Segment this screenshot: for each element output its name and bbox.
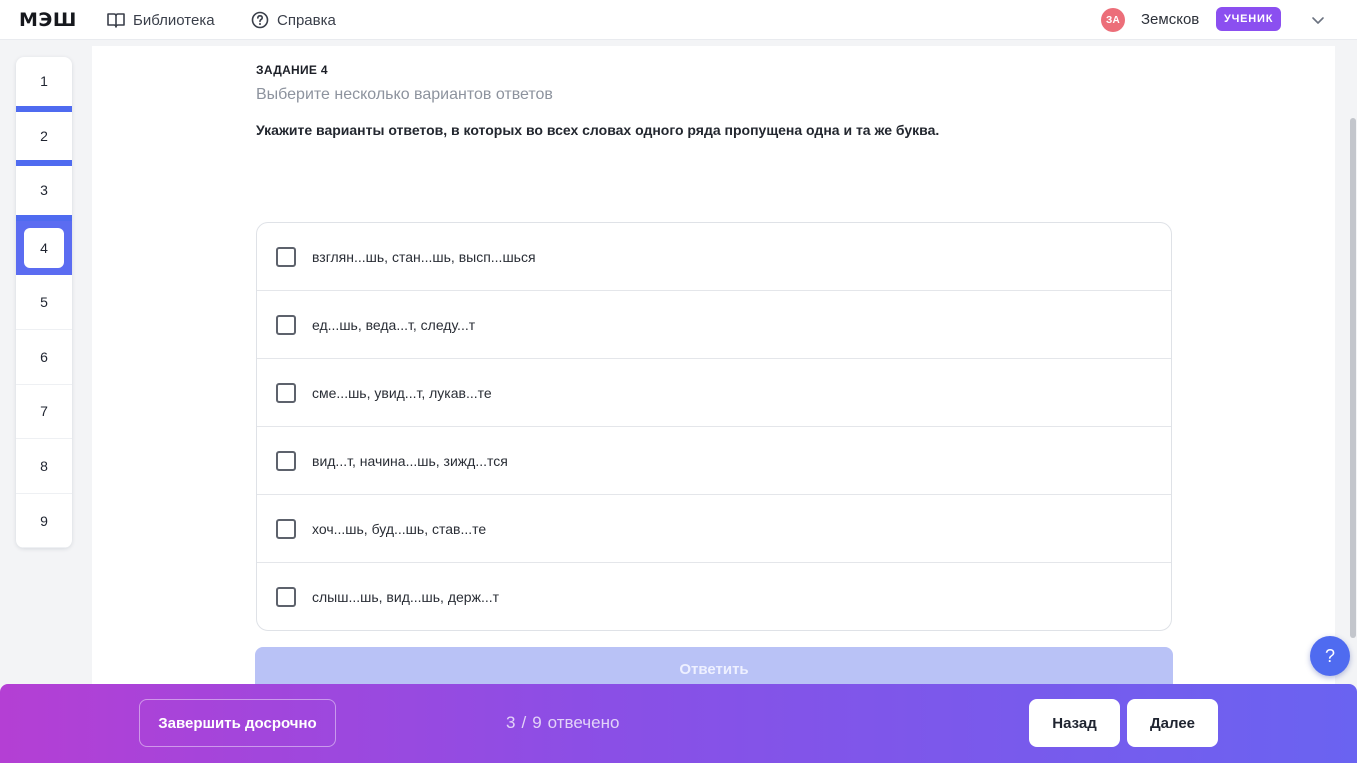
progress-counter: 3 / 9 отвечено <box>506 713 619 733</box>
answer-option-text: взглян...шь, стан...шь, высп...шься <box>312 248 536 265</box>
total-count: 9 <box>532 713 542 732</box>
question-nav-item-3[interactable]: 3 <box>16 166 72 221</box>
question-nav-item-4[interactable]: 4 <box>16 220 72 276</box>
avatar[interactable]: ЗА <box>1101 8 1125 32</box>
answer-option[interactable]: хоч...шь, буд...шь, став...те <box>257 495 1171 563</box>
question-number: 8 <box>40 457 48 474</box>
answer-checkbox[interactable] <box>276 314 296 335</box>
answer-option[interactable]: слыш...шь, вид...шь, держ...т <box>257 563 1171 630</box>
task-number-label: ЗАДАНИЕ 4 <box>256 63 328 77</box>
answer-option[interactable]: вид...т, начина...шь, зижд...тся <box>257 427 1171 495</box>
question-number: 4 <box>24 228 64 269</box>
question-nav-item-9[interactable]: 9 <box>16 494 72 548</box>
help-fab-button[interactable]: ? <box>1310 636 1350 676</box>
answer-option-text: слыш...шь, вид...шь, держ...т <box>312 589 500 605</box>
question-number: 1 <box>40 73 48 90</box>
question-number: 7 <box>40 403 48 420</box>
help-link[interactable]: Справка <box>251 10 336 30</box>
progress-suffix: отвечено <box>547 713 620 732</box>
answer-option[interactable]: ед...шь, веда...т, следу...т <box>257 291 1171 359</box>
top-bar: МЭШ Библиотека Справка ЗА Земсков УЧЕНИК <box>0 0 1357 40</box>
answer-checkbox[interactable] <box>276 587 296 607</box>
scrollbar[interactable] <box>1350 118 1356 638</box>
question-number: 5 <box>40 294 48 311</box>
question-number: 9 <box>40 512 48 529</box>
library-link[interactable]: Библиотека <box>107 10 215 30</box>
chevron-down-icon[interactable] <box>1310 12 1326 33</box>
answer-option-text: вид...т, начина...шь, зижд...тся <box>312 452 508 469</box>
bottom-bar: Завершить досрочно 3 / 9 отвечено Назад … <box>0 684 1357 763</box>
question-nav-item-6[interactable]: 6 <box>16 330 72 385</box>
task-hint: Выберите несколько вариантов ответов <box>256 86 553 103</box>
question-navigator: 1 2 3 4 5 6 7 8 9 <box>16 57 72 548</box>
task-question: Укажите варианты ответов, в которых во в… <box>256 122 940 138</box>
answer-option-text: хоч...шь, буд...шь, став...те <box>312 520 487 537</box>
answer-options: взглян...шь, стан...шь, высп...шься ед..… <box>256 222 1172 631</box>
answer-checkbox[interactable] <box>276 450 296 471</box>
answer-checkbox[interactable] <box>276 382 296 403</box>
app-logo[interactable]: МЭШ <box>19 10 77 30</box>
question-nav-item-1[interactable]: 1 <box>16 57 72 112</box>
back-button[interactable]: Назад <box>1029 699 1120 747</box>
question-number: 6 <box>40 348 48 365</box>
library-label: Библиотека <box>133 11 215 29</box>
question-number: 3 <box>40 182 48 199</box>
answer-option[interactable]: сме...шь, увид...т, лукав...те <box>257 359 1171 427</box>
task-card: ЗАДАНИЕ 4 Выберите несколько вариантов о… <box>92 46 1335 697</box>
help-label: Справка <box>277 11 336 29</box>
book-icon <box>107 12 125 28</box>
question-nav-item-5[interactable]: 5 <box>16 275 72 330</box>
progress-separator: / <box>521 713 527 732</box>
answered-count: 3 <box>506 713 516 732</box>
answer-checkbox[interactable] <box>276 246 296 267</box>
user-name[interactable]: Земсков <box>1141 11 1199 28</box>
answer-option[interactable]: взглян...шь, стан...шь, высп...шься <box>257 223 1171 291</box>
answer-option-text: ед...шь, веда...т, следу...т <box>312 316 476 333</box>
answer-checkbox[interactable] <box>276 518 296 539</box>
role-badge: УЧЕНИК <box>1216 7 1282 31</box>
question-nav-item-7[interactable]: 7 <box>16 385 72 440</box>
question-mark-icon: ? <box>1324 645 1335 666</box>
question-number: 2 <box>40 127 48 144</box>
help-circle-icon <box>251 11 269 29</box>
finish-early-button[interactable]: Завершить досрочно <box>139 699 336 747</box>
question-nav-item-2[interactable]: 2 <box>16 112 72 167</box>
answer-option-text: сме...шь, увид...т, лукав...те <box>312 384 492 401</box>
question-nav-item-8[interactable]: 8 <box>16 439 72 494</box>
next-button[interactable]: Далее <box>1127 699 1218 747</box>
